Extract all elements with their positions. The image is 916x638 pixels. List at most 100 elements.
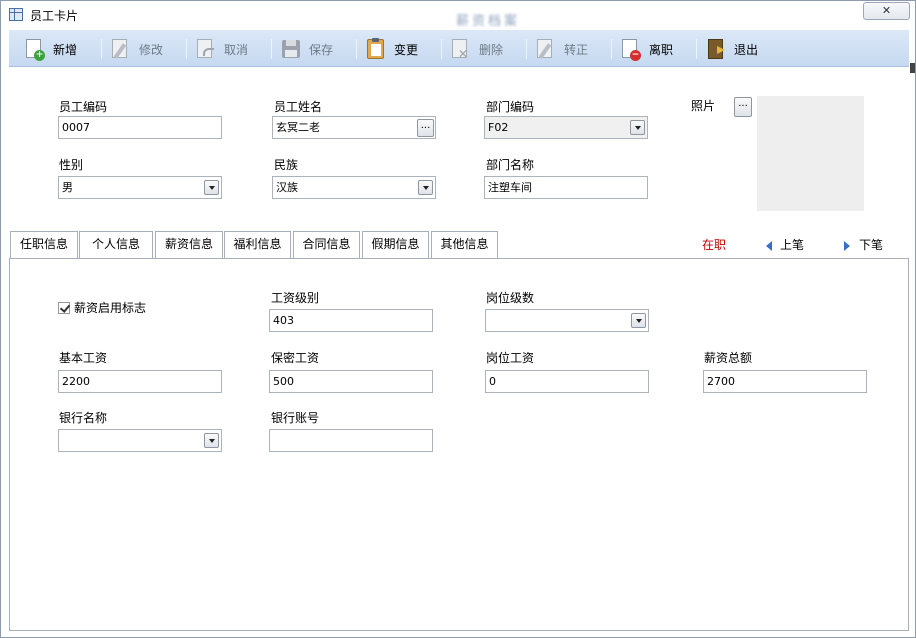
next-record-button[interactable]: 下笔: [844, 236, 883, 253]
next-record-label: 下笔: [859, 238, 884, 252]
prev-arrow-icon: [766, 241, 772, 251]
tab-other-info[interactable]: 其他信息: [431, 231, 498, 258]
toolbar: + 新增 修改 取消 保存 变更 ✕ 删除 转正 − 离职 退出: [9, 30, 909, 67]
employee-code-value: 0007: [62, 121, 90, 134]
tab-welfare-info[interactable]: 福利信息: [224, 231, 291, 258]
window-title: 员工卡片: [30, 9, 79, 23]
new-doc-icon: +: [23, 37, 45, 61]
confidential-salary-label: 保密工资: [271, 351, 320, 365]
employee-name-lookup-button[interactable]: ...: [417, 119, 434, 137]
employment-status: 在职: [702, 238, 727, 252]
salary-grade-value: 403: [273, 314, 294, 327]
toolbar-separator: [356, 39, 357, 59]
gender-select[interactable]: 男: [58, 176, 222, 199]
regularize-icon: [534, 37, 556, 61]
employee-name-value: 玄冥二老: [276, 121, 320, 134]
exit-door-icon: [704, 37, 726, 61]
new-button-label: 新增: [53, 42, 78, 57]
bank-account-label: 银行账号: [271, 411, 320, 425]
exit-button[interactable]: 退出: [704, 35, 758, 63]
dept-code-label: 部门编码: [486, 100, 535, 114]
dept-name-input[interactable]: 注塑车间: [484, 176, 648, 199]
next-arrow-icon: [844, 241, 850, 251]
clipboard-icon: [364, 37, 386, 61]
photo-area[interactable]: [757, 96, 864, 211]
bank-name-label: 银行名称: [59, 411, 108, 425]
toolbar-separator: [526, 39, 527, 59]
table-icon: [9, 8, 23, 21]
edit-button[interactable]: 修改: [109, 35, 163, 63]
title-bar: 员工卡片 薪资档案 ✕: [1, 1, 915, 29]
tab-personal-info[interactable]: 个人信息: [79, 231, 153, 258]
change-button[interactable]: 变更: [364, 35, 418, 63]
toolbar-separator: [611, 39, 612, 59]
delete-button[interactable]: ✕ 删除: [449, 35, 503, 63]
gender-value: 男: [62, 181, 73, 194]
resign-icon: −: [619, 37, 641, 61]
tab-salary-info[interactable]: 薪资信息: [155, 231, 223, 258]
scroll-marker: [910, 63, 915, 73]
new-button[interactable]: + 新增: [23, 35, 77, 63]
ethnicity-value: 汉族: [276, 181, 298, 194]
employee-name-input[interactable]: 玄冥二老 ...: [272, 116, 436, 139]
position-salary-input[interactable]: 0: [485, 370, 649, 393]
position-level-label: 岗位级数: [486, 291, 535, 305]
photo-browse-button[interactable]: ...: [734, 97, 752, 117]
confidential-salary-input[interactable]: 500: [269, 370, 433, 393]
cancel-button-label: 取消: [224, 42, 249, 57]
prev-record-button[interactable]: 上笔: [766, 236, 804, 253]
edit-icon: [109, 37, 131, 61]
cancel-button[interactable]: 取消: [194, 35, 248, 63]
base-salary-value: 2200: [62, 375, 90, 388]
salary-grade-input[interactable]: 403: [269, 309, 433, 332]
regularize-button-label: 转正: [564, 42, 589, 57]
resign-button-label: 离职: [649, 42, 674, 57]
total-salary-input[interactable]: 2700: [703, 370, 867, 393]
employee-name-label: 员工姓名: [274, 100, 323, 114]
close-icon: ✕: [881, 4, 892, 17]
gender-label: 性别: [59, 158, 84, 172]
exit-button-label: 退出: [734, 42, 759, 57]
bank-account-input[interactable]: [269, 429, 433, 452]
ethnicity-label: 民族: [274, 158, 299, 172]
salary-enabled-checkbox[interactable]: [58, 302, 70, 314]
dept-code-select[interactable]: F02: [484, 116, 648, 139]
position-salary-label: 岗位工资: [486, 351, 535, 365]
employee-code-input[interactable]: 0007: [58, 116, 222, 139]
undo-icon: [194, 37, 216, 61]
save-icon: [279, 37, 301, 61]
total-salary-value: 2700: [707, 375, 735, 388]
toolbar-separator: [186, 39, 187, 59]
toolbar-separator: [441, 39, 442, 59]
toolbar-separator: [696, 39, 697, 59]
resign-button[interactable]: − 离职: [619, 35, 673, 63]
chevron-down-icon[interactable]: [418, 180, 433, 195]
toolbar-separator: [101, 39, 102, 59]
chevron-down-icon[interactable]: [204, 180, 219, 195]
tab-leave-info[interactable]: 假期信息: [362, 231, 429, 258]
close-button[interactable]: ✕: [863, 2, 910, 20]
tab-employment-info[interactable]: 任职信息: [10, 231, 78, 258]
regularize-button[interactable]: 转正: [534, 35, 588, 63]
edit-button-label: 修改: [139, 42, 164, 57]
background-window-title: 薪资档案: [456, 14, 521, 29]
photo-label: 照片: [691, 99, 716, 113]
salary-enabled-label: 薪资启用标志: [74, 301, 147, 315]
chevron-down-icon[interactable]: [204, 433, 219, 448]
chevron-down-icon[interactable]: [631, 313, 646, 328]
bank-name-select[interactable]: [58, 429, 222, 452]
toolbar-separator: [271, 39, 272, 59]
employee-card-window: 员工卡片 薪资档案 ✕ + 新增 修改 取消 保存 变更 ✕ 删除 转正 − 离…: [0, 0, 916, 638]
position-level-select[interactable]: [485, 309, 649, 332]
chevron-down-icon[interactable]: [630, 120, 645, 135]
ethnicity-select[interactable]: 汉族: [272, 176, 436, 199]
employee-code-label: 员工编码: [59, 100, 108, 114]
dept-name-label: 部门名称: [486, 158, 535, 172]
tab-contract-info[interactable]: 合同信息: [293, 231, 360, 258]
total-salary-label: 薪资总额: [704, 351, 753, 365]
save-button[interactable]: 保存: [279, 35, 333, 63]
base-salary-input[interactable]: 2200: [58, 370, 222, 393]
salary-grade-label: 工资级别: [271, 291, 320, 305]
save-button-label: 保存: [309, 42, 334, 57]
delete-icon: ✕: [449, 37, 471, 61]
